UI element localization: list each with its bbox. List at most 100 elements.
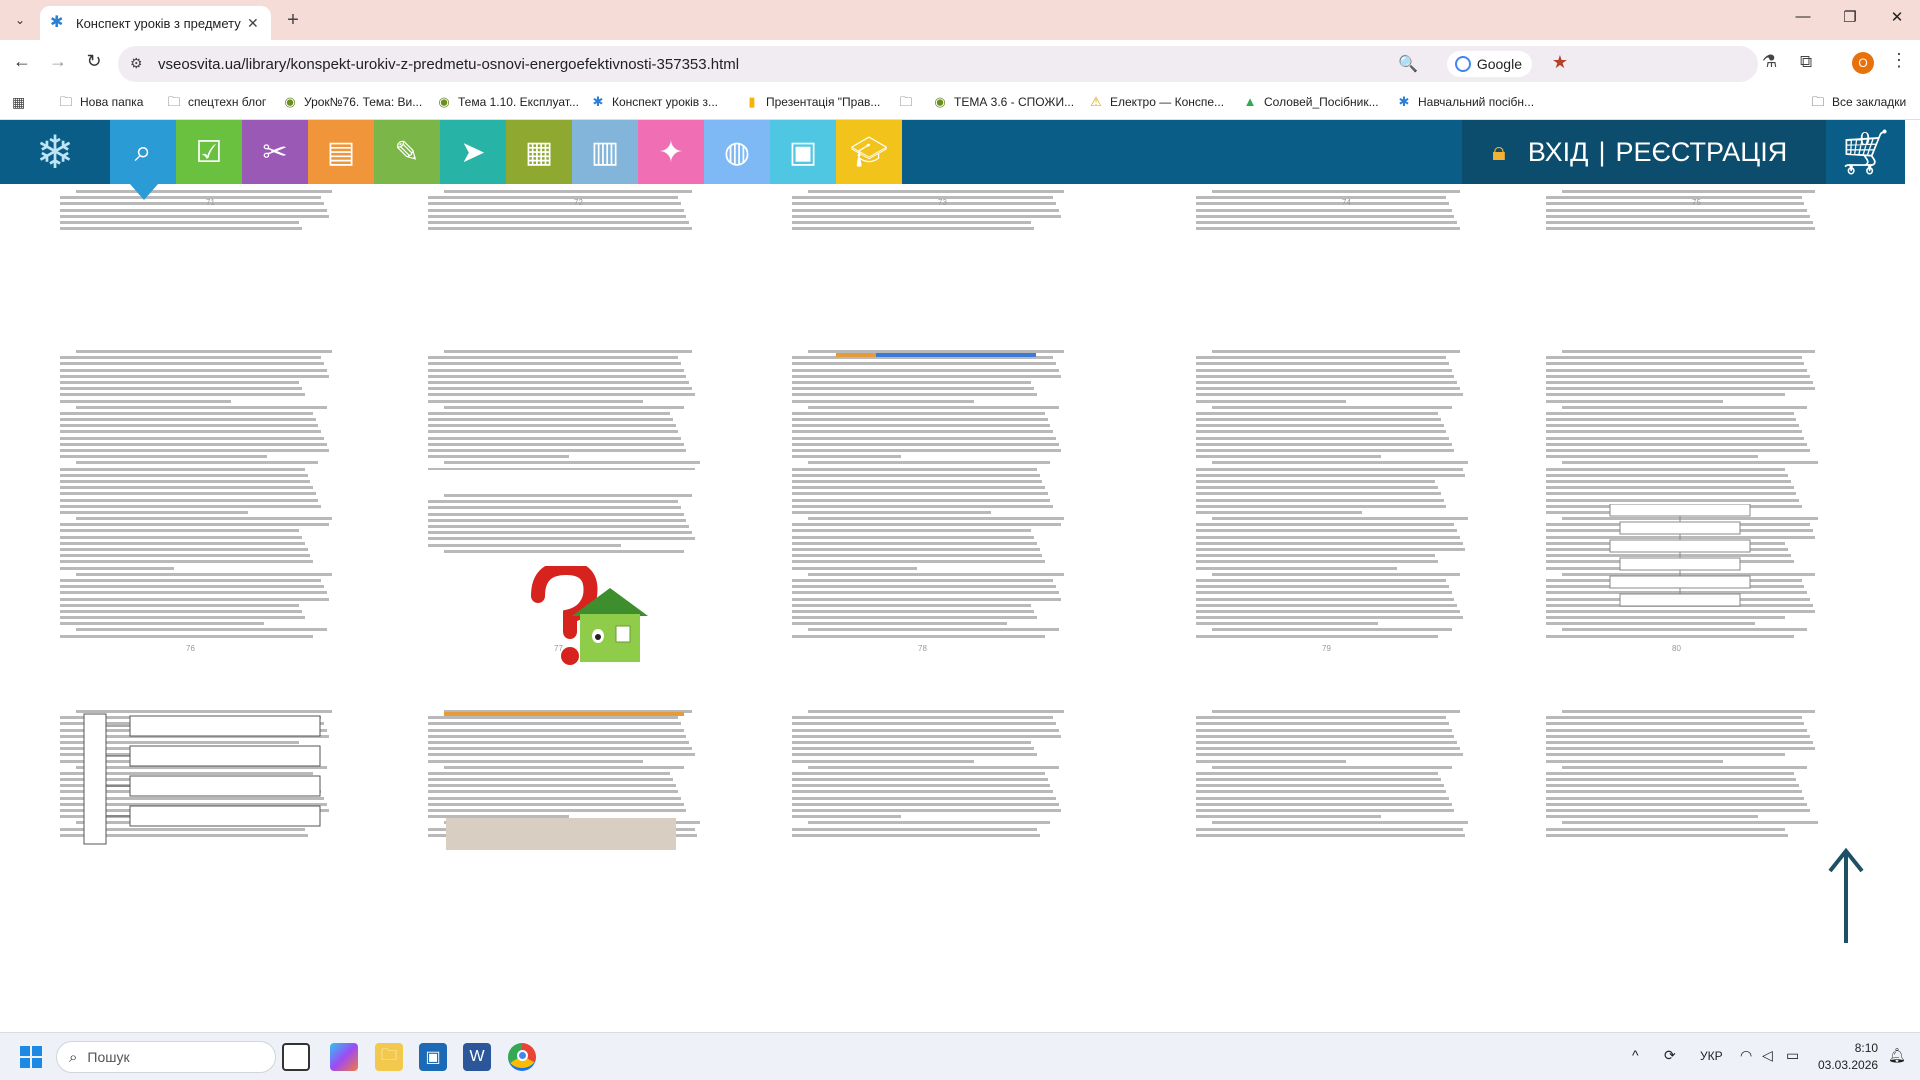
nav-tile-edu-space[interactable]: ➤ <box>440 120 506 184</box>
site-info-icon[interactable]: ⚙ <box>130 55 143 72</box>
task-view-icon[interactable] <box>282 1043 310 1071</box>
page-number: 78 <box>918 644 927 653</box>
bookmark-item[interactable]: ✱ Навчальний посібн... <box>1396 94 1535 110</box>
bookmark-item[interactable]: ⚠ Електро — Конспе... <box>1088 94 1224 110</box>
tray-overflow-icon[interactable]: ^ <box>1632 1047 1639 1063</box>
taskbar-search-placeholder: Пошук <box>87 1049 130 1065</box>
page-number: 74 <box>1342 198 1351 207</box>
apps-grid-icon[interactable]: ▦ <box>12 94 25 111</box>
bookmarks-bar: ▦ 🗀 Нова папка 🗀 спецтехн блог ◉ Урок№76. Тем… <box>0 86 1920 120</box>
nav-tile-webinars[interactable]: ▤ <box>308 120 374 184</box>
bookmark-item[interactable]: ◉ Урок№76. Тема: Ви... <box>282 94 422 110</box>
profile-avatar[interactable]: O <box>1852 52 1874 74</box>
folder-icon: 🗀 <box>167 94 181 109</box>
document-page <box>792 350 1064 640</box>
taskbar-clock[interactable]: 8:10 03.03.2026 <box>1818 1040 1878 1074</box>
nav-tile-portfolio[interactable]: ▣ <box>770 120 836 184</box>
close-tab-icon[interactable]: ✕ <box>247 15 259 32</box>
tests-icon: ☑ <box>195 135 223 169</box>
volume-icon[interactable]: ◁ <box>1762 1047 1773 1064</box>
document-page <box>60 350 332 640</box>
bookmark-item[interactable]: 🗀 спецтехн блог <box>166 94 266 110</box>
page-number: 73 <box>938 198 947 207</box>
word-icon[interactable]: W <box>463 1043 491 1071</box>
reload-button[interactable]: ↻ <box>82 51 106 72</box>
bookmark-item[interactable]: ▲ Соловей_Посібник... <box>1242 94 1379 110</box>
document-page <box>792 190 1064 250</box>
bookmark-label: Конспект уроків з... <box>612 95 719 109</box>
nav-tile-olympiads[interactable]: ✂ <box>242 120 308 184</box>
nav-tile-search-docs[interactable]: ⌕ <box>110 120 176 200</box>
battery-icon[interactable]: ▭ <box>1786 1047 1799 1064</box>
courses-icon: ✎ <box>394 135 420 169</box>
notifications-bell-icon[interactable]: 🔔︎ <box>1888 1047 1906 1064</box>
drive-icon: ▲ <box>1243 94 1257 109</box>
extension-icon[interactable]: ⚗ <box>1762 52 1777 72</box>
forward-button[interactable]: → <box>46 51 70 72</box>
url-text[interactable]: vseosvita.ua/library/konspekt-urokiv-z-p… <box>158 56 739 73</box>
magic-icon: ✦ <box>658 135 684 169</box>
nav-tile-academy[interactable]: 🎓︎ <box>836 120 902 184</box>
lessons-icon: ▥ <box>590 135 620 169</box>
search-engine-chip[interactable]: Google <box>1446 51 1532 77</box>
bookmark-star-icon[interactable]: ★ <box>1552 52 1568 73</box>
extensions-puzzle-icon[interactable]: ⧉ <box>1800 52 1812 72</box>
slides-icon: ▮ <box>748 94 756 109</box>
store-icon[interactable]: ▣ <box>419 1043 447 1071</box>
input-language[interactable]: УКР <box>1700 1049 1723 1063</box>
nav-tile-magic[interactable]: ✦ <box>638 120 704 184</box>
sync-icon[interactable]: ⟳ <box>1664 1047 1676 1064</box>
wifi-icon[interactable]: ◠ <box>1740 1047 1752 1064</box>
bookmark-item[interactable]: 🗀 Нова папка <box>58 94 143 110</box>
file-explorer-icon[interactable]: 🗀 <box>375 1043 403 1071</box>
cart-count: 0 <box>1860 128 1870 150</box>
bookmark-item[interactable]: ◉ ТЕМА 3.6 - СПОЖИ... <box>932 94 1074 110</box>
taskbar-search[interactable]: ⌕ Пошук <box>56 1041 276 1073</box>
restore-button[interactable]: ❐ <box>1839 8 1861 26</box>
flowchart-diagram <box>1609 504 1751 607</box>
bookmark-item[interactable]: ◉ Тема 1.10. Експлуат... <box>436 94 579 110</box>
bookmark-item[interactable]: ▮ Презентація "Прав... <box>744 94 880 110</box>
page-viewport: 71 72 73 74 75 76 77 78 79 80 ❄ ⌕ ☑ ✂ ▤ ✎ ➤ ▦ ▥ ✦ ◍ ▣ 🎓︎ 🔒︎ … <box>0 120 1920 1032</box>
clock-time: 8:10 <box>1854 1041 1879 1055</box>
site-navbar: ❄ ⌕ ☑ ✂ ▤ ✎ ➤ ▦ ▥ ✦ ◍ ▣ 🎓︎ 🔒︎ ВХІД | РЕЄСТРАЦІЯ 🛒︎ … <box>0 120 1905 200</box>
nav-tile-mouse[interactable]: ◍ <box>704 120 770 184</box>
cart-button[interactable]: 🛒︎ 0 <box>1826 120 1905 184</box>
browser-menu-icon[interactable]: ⋮ <box>1890 50 1908 71</box>
copilot-icon[interactable] <box>330 1043 358 1071</box>
chrome-icon[interactable] <box>508 1043 536 1071</box>
page-scrollbar[interactable]: ▲ ▼ <box>1905 120 1920 1032</box>
nav-tile-lessons[interactable]: ▥ <box>572 120 638 184</box>
warning-icon: ⚠ <box>1090 94 1102 109</box>
document-page <box>1546 710 1818 840</box>
close-window-button[interactable]: ✕ <box>1886 8 1908 26</box>
all-bookmarks-button[interactable]: 🗀 Все закладки <box>1810 94 1906 110</box>
clock-date: 03.03.2026 <box>1818 1058 1879 1072</box>
minimize-button[interactable]: — <box>1792 8 1814 25</box>
bookmark-label: Соловей_Посібник... <box>1264 95 1379 109</box>
back-button[interactable]: ← <box>10 51 34 72</box>
windows-start-icon[interactable] <box>20 1046 42 1068</box>
lock-icon: 🔒︎ <box>1492 136 1506 166</box>
site-logo-snowflake-icon[interactable]: ❄ <box>0 120 110 184</box>
snowflake-icon: ✱ <box>1398 94 1410 109</box>
page-number: 71 <box>206 198 215 207</box>
nav-tile-qr[interactable]: ▦ <box>506 120 572 184</box>
auth-separator: | <box>1598 136 1606 167</box>
edu-space-icon: ➤ <box>460 135 486 169</box>
scroll-to-top-arrow-icon[interactable] <box>1826 845 1866 945</box>
active-tab[interactable]: ✱ Конспект уроків з предмету "С ✕ <box>40 6 271 40</box>
tab-search-menu-button[interactable]: ⌄ <box>8 8 32 32</box>
address-bar[interactable]: ⚙ vseosvita.ua/library/konspekt-urokiv-z… <box>118 46 1758 82</box>
zoom-icon[interactable]: 🔍 <box>1398 54 1418 74</box>
register-link[interactable]: РЕЄСТРАЦІЯ <box>1615 137 1787 168</box>
nav-tile-courses[interactable]: ✎ <box>374 120 440 184</box>
nav-tile-tests[interactable]: ☑ <box>176 120 242 184</box>
login-link[interactable]: ВХІД <box>1528 137 1589 168</box>
new-tab-button[interactable]: + <box>282 9 304 32</box>
all-bookmarks-label: Все закладки <box>1832 95 1907 109</box>
olympiads-icon: ✂ <box>262 135 288 169</box>
tab-title: Конспект уроків з предмету "С <box>76 15 241 31</box>
bookmark-item[interactable]: ✱ Конспект уроків з... <box>590 94 718 110</box>
bookmark-item[interactable]: 🗀 <box>898 94 920 110</box>
